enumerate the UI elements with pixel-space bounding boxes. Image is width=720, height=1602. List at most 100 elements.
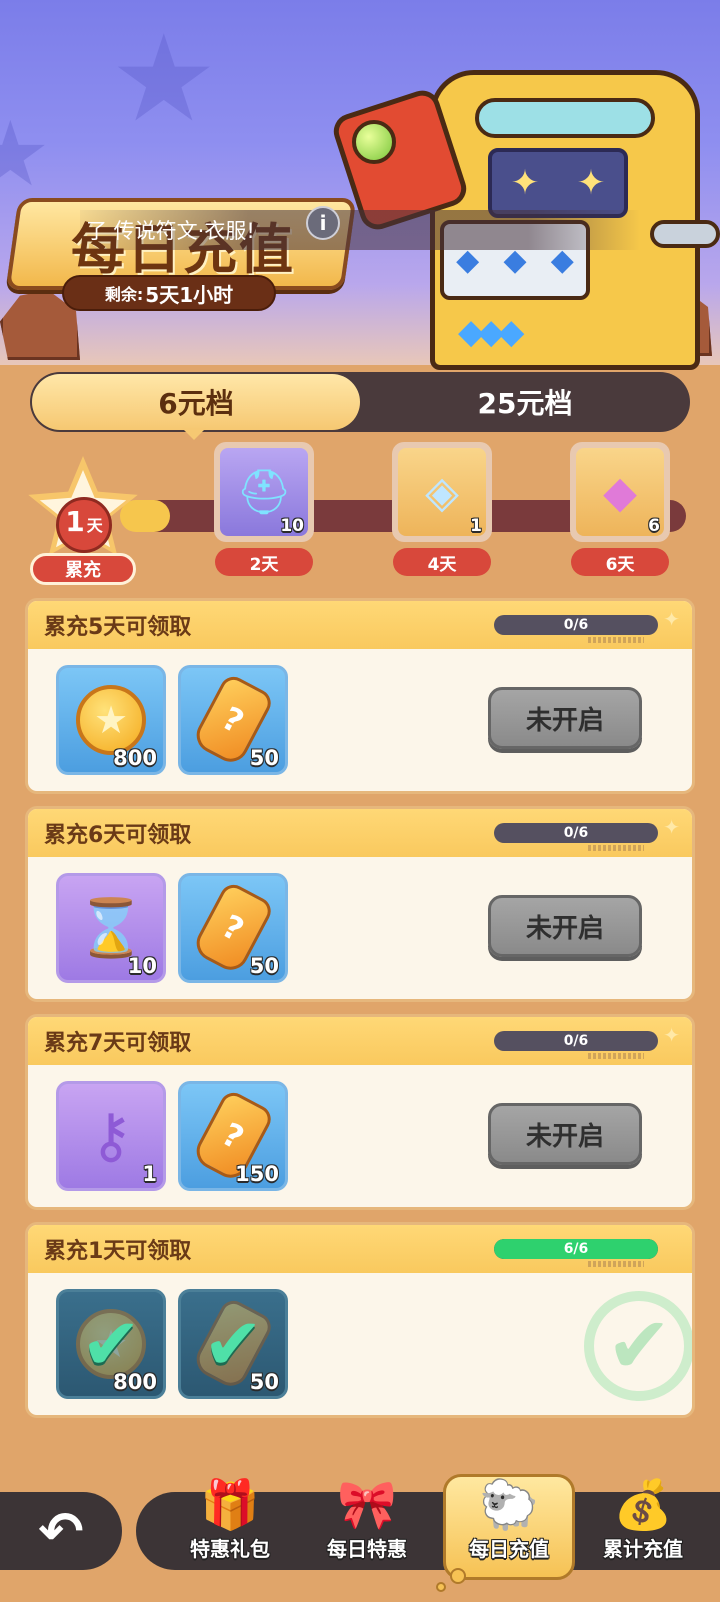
crystal-ring-icon: ◈ 1 xyxy=(398,448,486,536)
nav-label: 每日特惠 xyxy=(327,1537,407,1561)
nav-daily-recharge[interactable]: 🐑 每日充值 xyxy=(444,1466,574,1576)
not-open-button[interactable]: 未开启 xyxy=(488,687,642,749)
reward-card-title: 累充6天可领取 xyxy=(44,823,192,848)
slot-machine-face: ✦ ✦ xyxy=(488,148,628,218)
remaining-time-badge: 剩余: 5天1小时 xyxy=(62,275,276,311)
reward-card-title: 累充1天可领取 xyxy=(44,1239,192,1264)
nav-special-gift-pack[interactable]: 🎁 特惠礼包 xyxy=(165,1466,295,1576)
reward-item-gold-coin[interactable]: ★ 800 xyxy=(56,665,166,775)
milestone-reward-2-days[interactable]: ⛑ 10 xyxy=(214,442,314,542)
item-quantity: 10 xyxy=(127,954,157,978)
reward-card-header: 累充6天可领取 0/6 ✦ xyxy=(28,809,692,857)
background-star-icon: ★ xyxy=(0,102,51,207)
milestone-reward-6-days[interactable]: ◆ 6 xyxy=(570,442,670,542)
item-quantity: 800 xyxy=(113,1370,157,1394)
progress-track-fill xyxy=(120,500,170,532)
reward-item-potion[interactable]: ? 150 xyxy=(178,1081,288,1191)
spirit-helmet-icon: ⛑ 10 xyxy=(220,448,308,536)
header-stripes xyxy=(588,845,644,851)
announcement-marquee: 了 传说符文·衣服! xyxy=(80,210,640,250)
reward-progress-bar: 0/6 xyxy=(494,823,658,843)
nav-cumulative-recharge[interactable]: 💰 累计充值 xyxy=(578,1466,708,1576)
speech-bubble-dot xyxy=(436,1582,446,1592)
sparkle-icon: ✦ xyxy=(663,607,680,631)
milestone-day-label: 6天 xyxy=(571,548,669,576)
reward-card-header: 累充1天可领取 6/6 xyxy=(28,1225,692,1273)
gold-coin-icon: ★ xyxy=(76,685,146,755)
reward-card-day-7: 累充7天可领取 0/6 ✦ ⚷ 1 ? 150 未开启 xyxy=(25,1014,695,1210)
not-open-button[interactable]: 未开启 xyxy=(488,1103,642,1165)
item-quantity: 50 xyxy=(249,746,279,770)
back-button[interactable]: ↶ xyxy=(0,1492,122,1570)
cumulative-label: 累充 xyxy=(30,553,136,585)
header-stripes xyxy=(588,1053,644,1059)
reward-card-header: 累充7天可领取 0/6 ✦ xyxy=(28,1017,692,1065)
header-stripes xyxy=(588,1261,644,1267)
nav-label: 每日充值 xyxy=(469,1537,549,1561)
item-quantity: 800 xyxy=(113,746,157,770)
item-quantity: 150 xyxy=(235,1162,279,1186)
tab-6-yuan[interactable]: 6元档 xyxy=(32,374,360,430)
reward-card-title: 累充7天可领取 xyxy=(44,1031,192,1056)
sparkle-eye-icon: ✦ xyxy=(510,163,540,203)
slot-machine-top xyxy=(475,98,655,138)
treasure-chest-icon: 💰 xyxy=(613,1477,673,1533)
reward-item-potion[interactable]: ? 50 xyxy=(178,873,288,983)
reward-item-hourglass[interactable]: ⌛ 10 xyxy=(56,873,166,983)
current-day-number: 1 xyxy=(65,505,85,538)
item-quantity: 1 xyxy=(142,1162,157,1186)
background-star-icon: ★ xyxy=(110,10,218,149)
reward-card-header: 累充5天可领取 0/6 ✦ xyxy=(28,601,692,649)
marquee-text: 了 传说符文·衣服! xyxy=(86,219,255,243)
reward-item-potion-claimed: ✔ 50 xyxy=(178,1289,288,1399)
not-open-button[interactable]: 未开启 xyxy=(488,895,642,957)
info-icon[interactable]: i xyxy=(306,206,340,240)
slot-lever xyxy=(650,220,720,248)
sparkle-eye-icon: ✦ xyxy=(576,163,606,203)
mascot-icon: 🐑 xyxy=(479,1477,539,1533)
reward-card-day-1: 累充1天可领取 6/6 ★ ✔ 800 ✔ 50 ✔ xyxy=(25,1222,695,1418)
remaining-label: 剩余: xyxy=(104,285,144,304)
hourglass-icon: ⌛ xyxy=(76,896,146,961)
reward-progress-text: 6/6 xyxy=(563,1241,589,1257)
reward-progress-bar: 0/6 xyxy=(494,615,658,635)
gift-card-icon: 🎀 xyxy=(337,1477,397,1533)
header-stripes xyxy=(588,637,644,643)
sparkle-icon: ✦ xyxy=(663,815,680,839)
back-arrow-icon: ↶ xyxy=(38,1499,84,1563)
reward-item-gold-coin-claimed: ★ ✔ 800 xyxy=(56,1289,166,1399)
item-quantity: 50 xyxy=(249,954,279,978)
reward-progress-text: 0/6 xyxy=(563,1033,589,1049)
reward-progress-text: 0/6 xyxy=(563,617,589,633)
nav-label: 累计充值 xyxy=(603,1537,683,1561)
reward-progress-bar: 0/6 xyxy=(494,1031,658,1051)
tab-25-yuan[interactable]: 25元档 xyxy=(365,374,685,430)
lever-ball-icon xyxy=(352,120,396,164)
nav-daily-deal[interactable]: 🎀 每日特惠 xyxy=(302,1466,432,1576)
claimed-check-icon: ✔ xyxy=(584,1291,692,1401)
diamond-pile-icon: ◆◆◆ xyxy=(458,312,524,352)
milestone-day-label: 2天 xyxy=(215,548,313,576)
purple-key-icon: ⚷ xyxy=(89,1101,133,1171)
item-quantity: 50 xyxy=(249,1370,279,1394)
reward-item-potion[interactable]: ? 50 xyxy=(178,665,288,775)
remaining-value: 5天1小时 xyxy=(145,282,234,307)
milestone-day-label: 4天 xyxy=(393,548,491,576)
reward-card-title: 累充5天可领取 xyxy=(44,615,192,640)
reward-card-day-6: 累充6天可领取 0/6 ✦ ⌛ 10 ? 50 未开启 xyxy=(25,806,695,1002)
milestone-reward-4-days[interactable]: ◈ 1 xyxy=(392,442,492,542)
sparkle-icon: ✦ xyxy=(663,1023,680,1047)
gift-box-icon: 🎁 xyxy=(200,1477,260,1533)
milestone-quantity: 6 xyxy=(648,516,660,536)
reward-progress-bar: 6/6 xyxy=(494,1239,658,1259)
current-day-unit: 天 xyxy=(86,516,103,535)
reward-item-key[interactable]: ⚷ 1 xyxy=(56,1081,166,1191)
milestone-quantity: 10 xyxy=(280,516,304,536)
active-tab-pointer xyxy=(182,428,206,440)
nav-label: 特惠礼包 xyxy=(190,1537,270,1561)
reward-card-day-5: 累充5天可领取 0/6 ✦ ★ 800 ? 50 未开启 xyxy=(25,598,695,794)
reward-progress-text: 0/6 xyxy=(563,825,589,841)
milestone-quantity: 1 xyxy=(470,516,482,536)
rainbow-cube-icon: ◆ 6 xyxy=(576,448,664,536)
current-day-badge: 1 天 xyxy=(56,497,112,553)
